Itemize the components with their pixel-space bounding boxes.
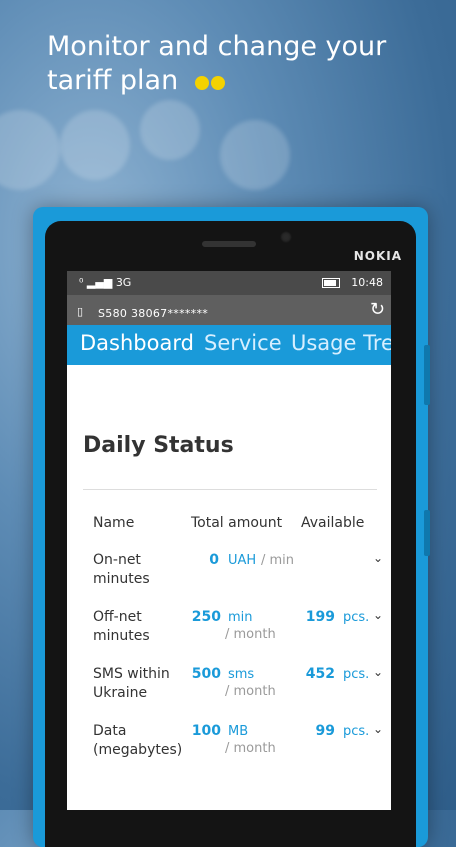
pivot-tabs: Dashboard Service Usage Tre	[67, 325, 391, 365]
chevron-down-icon[interactable]: ⌄	[373, 665, 383, 679]
row-name-line: minutes	[93, 571, 150, 587]
row-name: Data (megabytes)	[93, 722, 182, 760]
total-per: / month	[225, 684, 276, 699]
headline: Monitor and change your tariff plan	[47, 30, 427, 99]
total-per: / month	[225, 741, 276, 756]
phone-side-button	[424, 345, 430, 405]
speaker-grille	[202, 241, 256, 247]
divider	[83, 489, 377, 490]
row-name-line: Data	[93, 723, 127, 739]
total-value: 100	[191, 723, 221, 739]
total-value: 0	[209, 552, 219, 568]
row-name: SMS within Ukraine	[93, 665, 170, 703]
total-unit: sms	[228, 667, 255, 682]
header-available: Available	[301, 515, 365, 531]
total-unit: min	[228, 610, 253, 625]
network-type: 3G	[115, 276, 132, 289]
bokeh-light	[60, 110, 130, 180]
bokeh-light	[220, 120, 290, 190]
total-value: 500	[191, 666, 221, 682]
app-screen: ⁰ ▂▄▆ 3G 10:48 ▯ S580 38067******* ↻ Das…	[67, 271, 391, 810]
battery-icon	[321, 278, 340, 288]
dashboard-content: Daily Status Name Total amount Available…	[67, 365, 391, 810]
status-right: 10:48	[321, 276, 383, 289]
row-name: Off-net minutes	[93, 608, 150, 646]
header-name: Name	[93, 515, 135, 531]
dot-icon	[210, 75, 225, 90]
bokeh-light	[140, 100, 200, 160]
section-title: Daily Status	[83, 433, 234, 458]
row-name: On-net minutes	[93, 551, 150, 589]
sim-icon: ⁰	[79, 276, 84, 289]
account-number: S580 38067*******	[98, 307, 209, 320]
status-bar: ⁰ ▂▄▆ 3G 10:48	[67, 271, 391, 295]
signal-indicator: ⁰ ▂▄▆ 3G	[79, 276, 131, 289]
phone-brand: NOKIA	[353, 249, 402, 263]
camera-icon	[280, 231, 292, 243]
row-name-line: (megabytes)	[93, 742, 183, 758]
bokeh-light	[0, 110, 60, 190]
phone-side-button	[424, 510, 430, 556]
total-unit: MB	[228, 724, 249, 739]
total-value: 250	[191, 609, 221, 625]
total-per: / month	[225, 627, 276, 642]
page-dots	[194, 65, 227, 99]
available-unit: pcs.	[343, 667, 370, 682]
row-name-line: minutes	[93, 628, 150, 644]
chevron-down-icon[interactable]: ⌄	[373, 608, 383, 622]
available-unit: pcs.	[343, 724, 370, 739]
row-name-line: Ukraine	[93, 685, 148, 701]
available-unit: pcs.	[343, 610, 370, 625]
row-name-line: On-net	[93, 552, 141, 568]
sim-card-icon: ▯	[77, 305, 84, 318]
header-total: Total amount	[191, 515, 283, 531]
clock: 10:48	[351, 276, 383, 289]
dot-icon	[194, 75, 209, 90]
chevron-down-icon[interactable]: ⌄	[373, 722, 383, 736]
total-unit: UAH	[228, 553, 257, 568]
available-value: 99	[315, 723, 335, 739]
tab-service[interactable]: Service	[204, 331, 282, 355]
tab-usage-trends[interactable]: Usage Tre	[291, 331, 391, 355]
row-name-line: Off-net	[93, 609, 142, 625]
total-per: / min	[261, 553, 295, 568]
signal-bars-icon: ▂▄▆	[86, 276, 113, 289]
refresh-icon[interactable]: ↻	[370, 299, 385, 320]
row-name-line: SMS within	[93, 666, 170, 682]
available-value: 199	[305, 609, 335, 625]
chevron-down-icon[interactable]: ⌄	[373, 551, 383, 565]
account-bar: ▯ S580 38067******* ↻	[67, 295, 391, 325]
available-value: 452	[305, 666, 335, 682]
tab-dashboard[interactable]: Dashboard	[80, 331, 194, 355]
